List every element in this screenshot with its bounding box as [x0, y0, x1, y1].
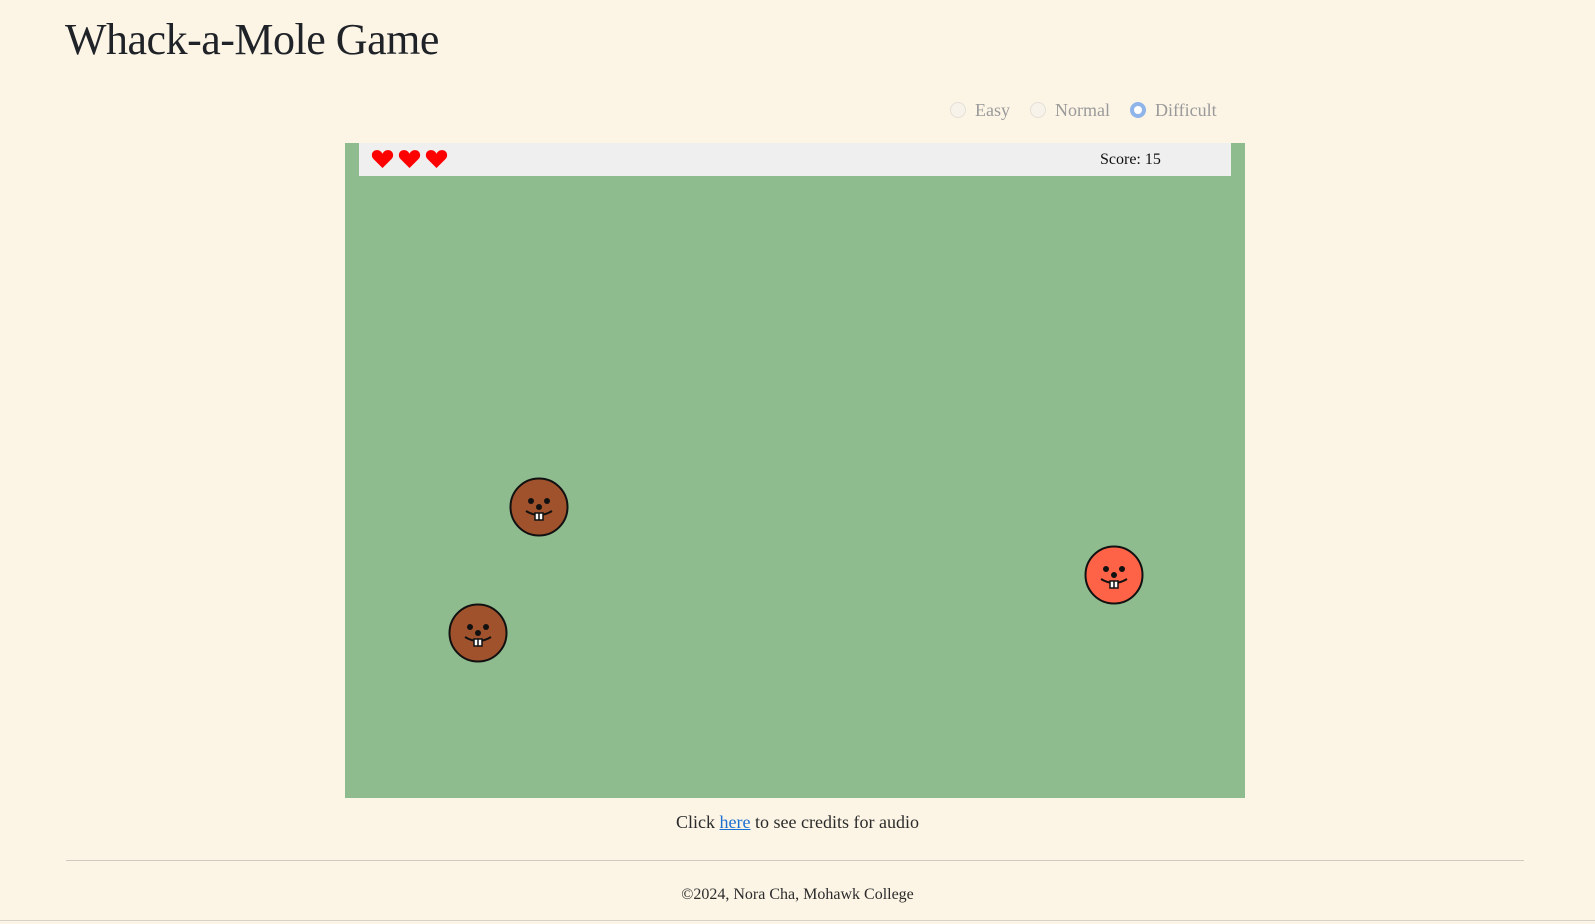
footer-copyright: ©2024, Nora Cha, Mohawk College: [681, 886, 914, 903]
difficult-radio[interactable]: [1129, 102, 1146, 118]
credits-suffix: to see credits for audio: [755, 812, 919, 832]
difficulty-easy-option[interactable]: Easy: [950, 100, 1010, 121]
page-bottom-border: [0, 920, 1595, 921]
easy-radio[interactable]: [950, 102, 966, 118]
difficulty-normal-option[interactable]: Normal: [1030, 100, 1110, 121]
heart-icon: [398, 150, 421, 169]
mole-face-icon: [1084, 545, 1144, 605]
difficult-label: Difficult: [1154, 99, 1217, 120]
credits-link[interactable]: here: [720, 812, 751, 832]
mole-face-icon: [509, 477, 569, 537]
heart-icon: [425, 150, 448, 169]
credits-prefix: Click: [676, 812, 716, 832]
normal-radio[interactable]: [1030, 102, 1046, 118]
game-board[interactable]: Score: 15: [345, 143, 1245, 798]
difficulty-difficult-option[interactable]: Difficult: [1129, 99, 1217, 121]
difficulty-selector: Easy Normal Difficult: [950, 97, 1237, 123]
score-display: Score: 15: [1100, 151, 1161, 168]
mole[interactable]: [509, 477, 569, 537]
lives-display: [371, 149, 448, 169]
heart-icon: [371, 150, 394, 169]
normal-label: Normal: [1055, 99, 1110, 120]
special-mole[interactable]: [1084, 545, 1144, 605]
easy-label: Easy: [975, 99, 1010, 120]
audio-credits-note: Click here to see credits for audio: [0, 812, 1595, 833]
footer-divider: [66, 860, 1524, 861]
page-title: Whack-a-Mole Game: [65, 15, 439, 64]
hud-bar: Score: 15: [359, 143, 1231, 176]
mole[interactable]: [448, 603, 508, 663]
mole-face-icon: [448, 603, 508, 663]
